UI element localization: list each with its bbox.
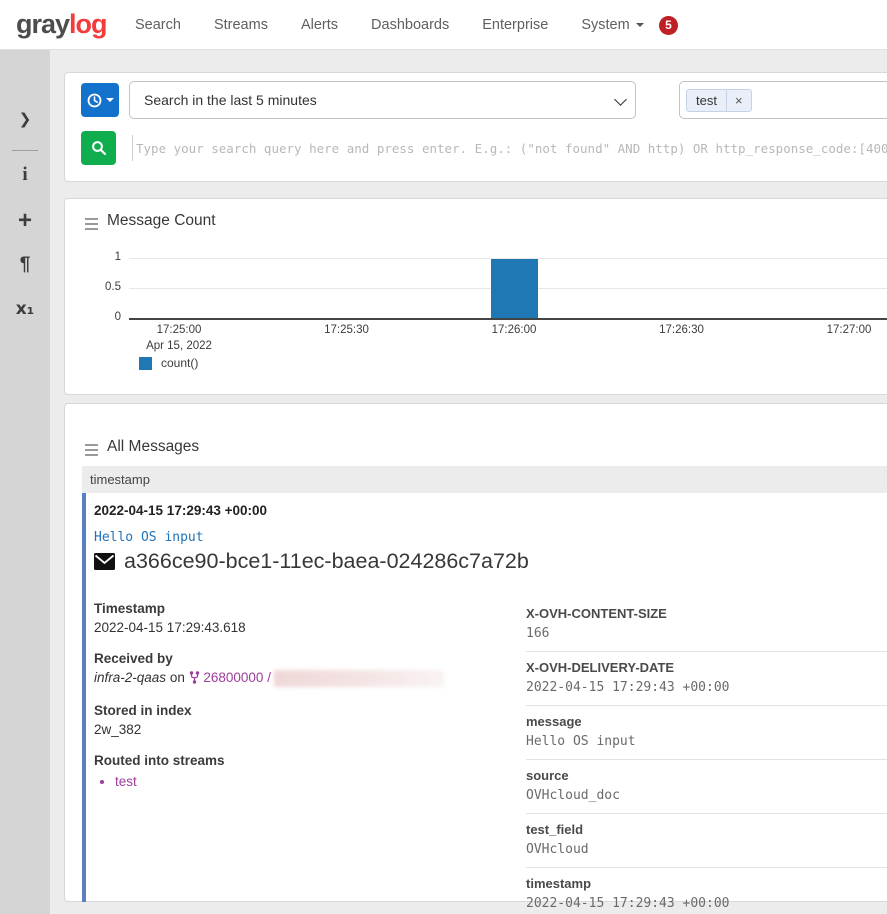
time-range-button[interactable] [81, 83, 119, 117]
timestamp-label: Timestamp [94, 601, 518, 616]
field-name[interactable]: X-OVH-CONTENT-SIZE [526, 606, 887, 621]
field-name[interactable]: timestamp [526, 876, 887, 891]
widget-title: Message Count [107, 212, 216, 230]
notification-badge[interactable]: 5 [659, 16, 678, 35]
x-axis-date-label: Apr 15, 2022 [139, 340, 219, 352]
caret-down-icon [106, 98, 114, 102]
field-block: message Hello OS input [526, 706, 887, 760]
field-value: OVHcloud_doc [526, 788, 887, 803]
envelope-icon [94, 553, 115, 570]
stream-tag[interactable]: test × [686, 89, 752, 112]
caret-down-icon [636, 23, 644, 27]
received-by-label: Received by [94, 651, 518, 666]
search-button[interactable] [81, 131, 116, 165]
field-value: Hello OS input [526, 734, 887, 749]
routed-streams-label: Routed into streams [94, 753, 518, 768]
y-tick-label: 0 [81, 311, 121, 323]
variables-icon[interactable]: x₁ [0, 299, 50, 319]
x-axis [129, 318, 887, 320]
x-tick-label: 17:27:00 [809, 324, 887, 336]
y-tick-label: 0.5 [81, 281, 121, 293]
nav-menu: Search Streams Alerts Dashboards Enterprise S… [135, 0, 644, 50]
message-id-line: a366ce90-bce1-11ec-baea-024286c7a72b [94, 549, 529, 574]
search-controls-card: Search in the last 5 minutes test × [64, 72, 887, 182]
nav-item-search[interactable]: Search [135, 17, 181, 33]
redacted-region [274, 670, 444, 687]
query-cursor [132, 135, 133, 161]
timestamp-value: 2022-04-15 17:29:43.618 [94, 620, 518, 635]
nav-item-alerts[interactable]: Alerts [301, 17, 338, 33]
column-header-timestamp[interactable]: timestamp [82, 466, 887, 493]
remove-stream-icon[interactable]: × [726, 90, 751, 111]
field-name[interactable]: test_field [526, 822, 887, 837]
sidebar-divider [12, 150, 38, 151]
field-block: X-OVH-CONTENT-SIZE 166 [526, 598, 887, 652]
sidebar-expand-icon[interactable]: ❯ [0, 110, 50, 128]
search-sidebar: ❯ i + ¶ x₁ [0, 50, 50, 914]
received-on-word: on [170, 670, 185, 685]
nav-item-system[interactable]: System [581, 17, 643, 33]
stored-index-label: Stored in index [94, 703, 518, 718]
field-name[interactable]: message [526, 714, 887, 729]
legend-swatch [139, 357, 152, 370]
field-name[interactable]: source [526, 768, 887, 783]
field-name[interactable]: X-OVH-DELIVERY-DATE [526, 660, 887, 675]
field-value: OVHcloud [526, 842, 887, 857]
drag-handle-icon[interactable] [85, 218, 98, 233]
message-row[interactable]: 2022-04-15 17:29:43 +00:00 Hello OS inpu… [82, 493, 887, 902]
x-tick-label: 17:26:00 [474, 324, 554, 336]
search-icon [91, 140, 107, 156]
formatting-icon[interactable]: ¶ [0, 254, 50, 276]
x-tick-label: 17:26:30 [642, 324, 722, 336]
stored-index-value: 2w_382 [94, 722, 518, 737]
stream-link[interactable]: test [115, 774, 518, 789]
node-name: infra-2-qaas [94, 670, 166, 685]
y-tick-label: 1 [81, 251, 121, 263]
message-preview: Hello OS input [94, 530, 204, 545]
message-timestamp[interactable]: 2022-04-15 17:29:43 +00:00 [94, 503, 267, 518]
nav-item-dashboards[interactable]: Dashboards [371, 17, 449, 33]
clock-icon [87, 93, 102, 108]
chart-legend[interactable]: count() [139, 356, 198, 370]
nav-item-enterprise[interactable]: Enterprise [482, 17, 548, 33]
info-icon[interactable]: i [0, 164, 50, 186]
drag-handle-icon[interactable] [85, 444, 98, 459]
input-link[interactable]: 26800000 / [203, 670, 271, 685]
stream-tag-label: test [687, 90, 726, 111]
field-value: 2022-04-15 17:29:43 +00:00 [526, 680, 887, 695]
time-range-select[interactable]: Search in the last 5 minutes [129, 81, 636, 119]
input-fork-icon [189, 671, 200, 684]
message-id: a366ce90-bce1-11ec-baea-024286c7a72b [124, 549, 529, 574]
message-metadata: Timestamp 2022-04-15 17:29:43.618 Receiv… [94, 601, 518, 805]
field-value: 2022-04-15 17:29:43 +00:00 [526, 896, 887, 911]
message-count-widget: Message Count Apr 15, 2022 count() 1 0.5 0… [64, 198, 887, 395]
top-navbar: graylog Search Streams Alerts Dashboards Ent… [0, 0, 887, 50]
widget-title: All Messages [107, 438, 199, 456]
field-block: timestamp 2022-04-15 17:29:43 +00:00 [526, 868, 887, 914]
field-block: test_field OVHcloud [526, 814, 887, 868]
bar-17:26:00 [491, 259, 538, 318]
x-tick-label: 17:25:00 [139, 324, 219, 336]
message-fields: X-OVH-CONTENT-SIZE 166 X-OVH-DELIVERY-DATE… [526, 598, 887, 914]
received-by-value: infra-2-qaas on 26800000 / [94, 670, 518, 687]
graylog-logo[interactable]: graylog [16, 9, 107, 40]
legend-label: count() [161, 356, 198, 370]
search-query-input[interactable] [136, 131, 887, 165]
field-value: 166 [526, 626, 887, 641]
add-widget-icon[interactable]: + [0, 207, 50, 235]
x-tick-label: 17:25:30 [307, 324, 387, 336]
field-block: X-OVH-DELIVERY-DATE 2022-04-15 17:29:43 +… [526, 652, 887, 706]
field-block: source OVHcloud_doc [526, 760, 887, 814]
streams-list: test [115, 774, 518, 789]
stream-filter-input[interactable]: test × [679, 81, 887, 119]
all-messages-widget: All Messages timestamp 2022-04-15 17:29:… [64, 403, 887, 902]
nav-item-streams[interactable]: Streams [214, 17, 268, 33]
